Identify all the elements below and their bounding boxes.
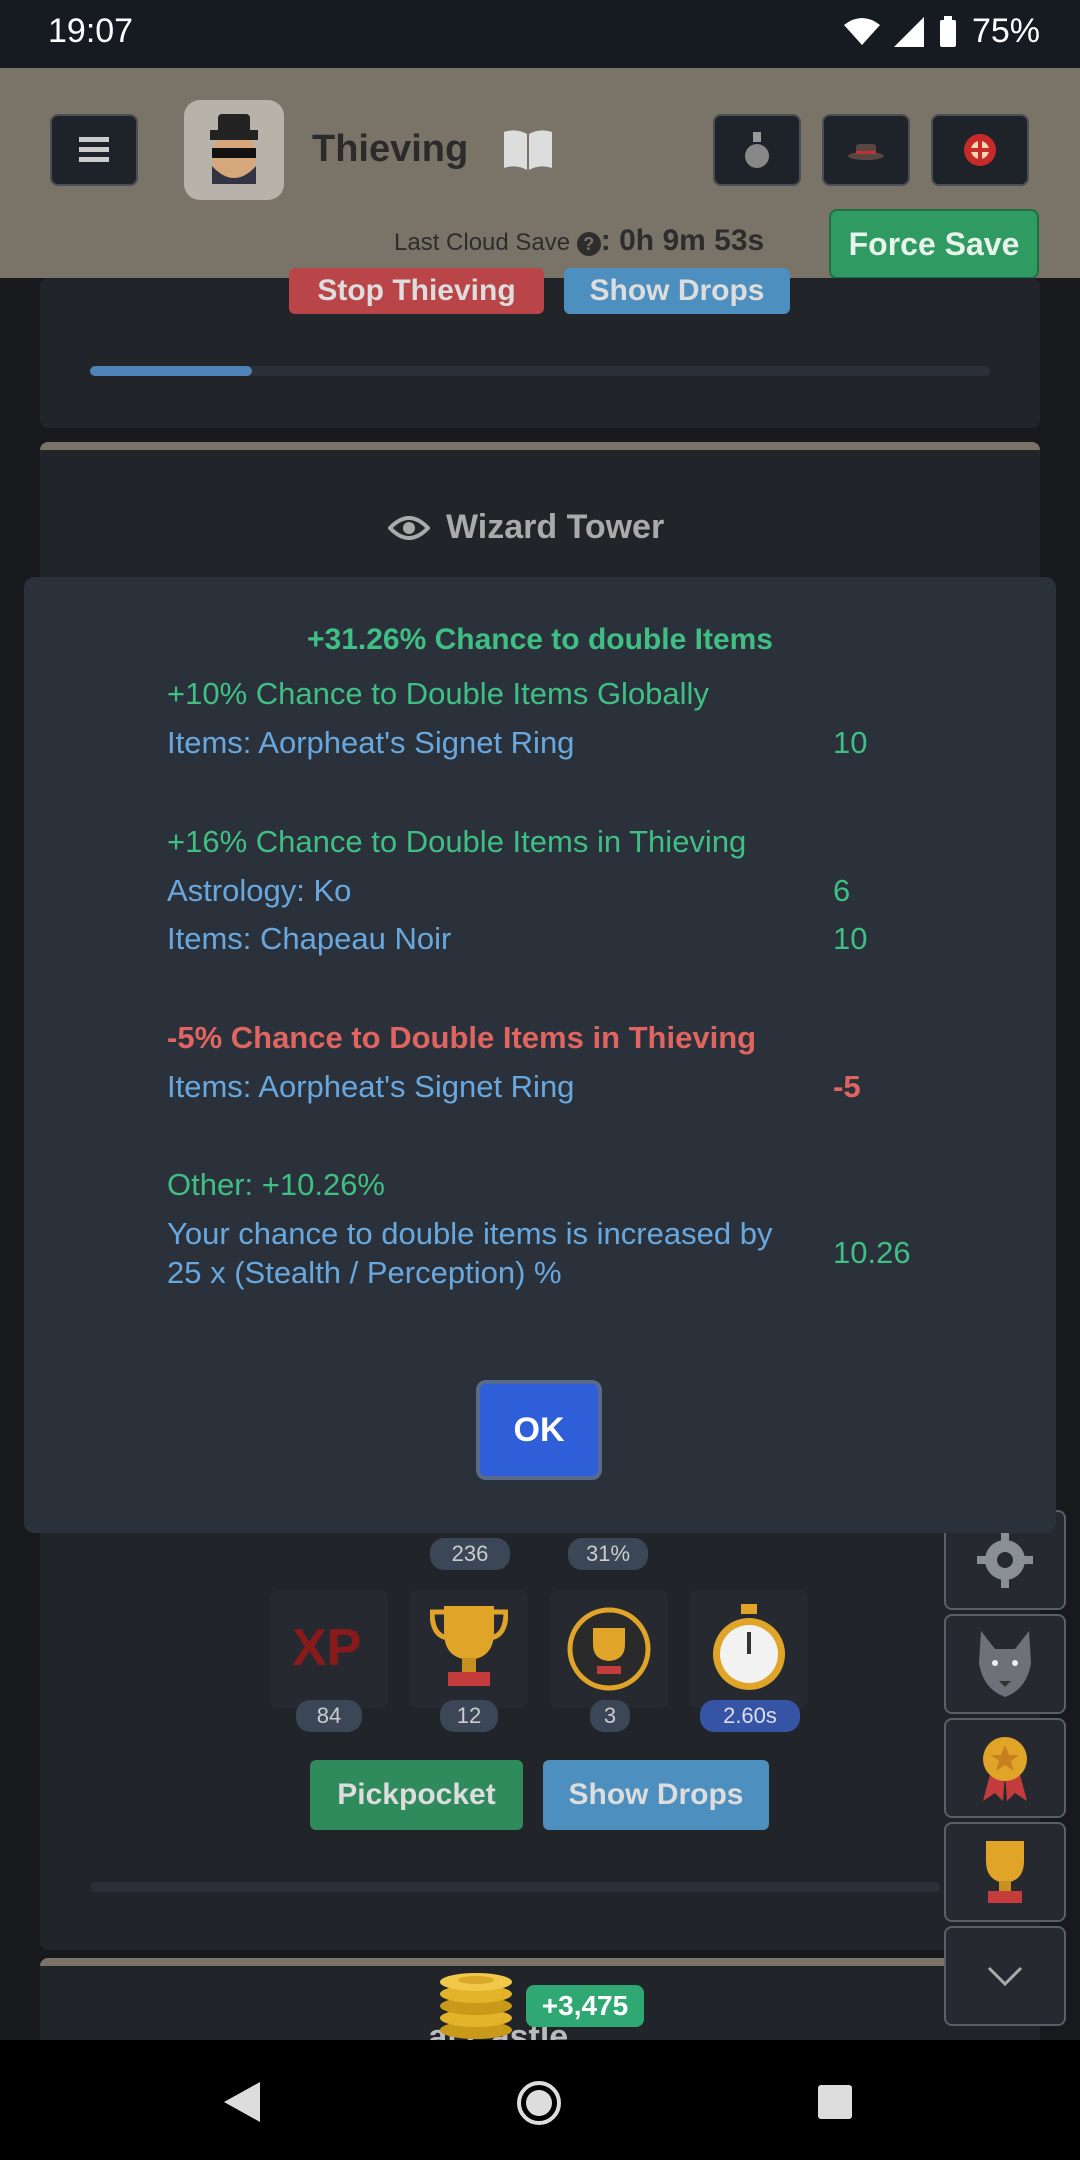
target-icon [964, 134, 996, 166]
area-header[interactable]: Wizard Tower [388, 508, 664, 547]
wifi-icon [843, 17, 880, 45]
interval-value: 2.60s [700, 1700, 800, 1732]
trophy-icon [986, 1841, 1024, 1903]
show-drops-button[interactable]: Show Drops [543, 1760, 769, 1830]
pickpocket-progress-bar [90, 1882, 940, 1892]
stop-thieving-button[interactable]: Stop Thieving [289, 268, 544, 314]
show-drops-button-top[interactable]: Show Drops [564, 268, 790, 314]
menu-button[interactable] [50, 114, 138, 186]
equipment-button[interactable] [822, 114, 910, 186]
thieving-progress-fill [90, 366, 252, 376]
hamburger-icon [79, 137, 109, 162]
pickpocket-button[interactable]: Pickpocket [310, 1760, 523, 1830]
global-bonus-title: +10% Chance to Double Items Globally [167, 676, 709, 711]
thieving-progress-bar [90, 366, 990, 376]
achievements-button[interactable] [944, 1822, 1066, 1922]
trophy-tile [410, 1590, 528, 1708]
thieving-skill-icon [184, 100, 284, 200]
modifier-value: 10 [833, 725, 868, 760]
system-nav-bar [0, 2040, 1080, 2160]
combat-button[interactable] [931, 114, 1029, 186]
status-time: 19:07 [48, 12, 134, 50]
npc-chance-pill: 31% [568, 1538, 648, 1570]
modifier-source: Items: Aorpheat's Signet Ring [167, 1069, 575, 1104]
modifier-value: 6 [833, 873, 851, 908]
modifier-value: 10 [833, 921, 868, 956]
help-icon[interactable]: ? [576, 232, 601, 256]
force-save-button[interactable]: Force Save [829, 209, 1039, 279]
chevron-down-icon [987, 1966, 1023, 1986]
modifier-value: -5 [833, 1069, 861, 1104]
xp-value: 84 [296, 1700, 362, 1732]
battery-percent: 75% [971, 12, 1040, 50]
other-bonus-title: Other: +10.26% [167, 1167, 385, 1202]
cloud-save-status: Last Cloud Save ?: 0h 9m 53s [394, 224, 764, 258]
status-bar: 19:07 75% [0, 0, 1080, 68]
page-title: Thieving [312, 128, 469, 170]
mastery-trophy-icon [567, 1607, 651, 1691]
thieving-bonus-title: +16% Chance to Double Items in Thieving [167, 824, 747, 859]
trophy-value: 12 [440, 1700, 498, 1732]
gold-coins-icon [440, 1973, 512, 2039]
recents-icon[interactable] [816, 2083, 854, 2121]
battery-icon [939, 15, 956, 47]
pet-button[interactable] [944, 1614, 1066, 1714]
xp-icon: XP [292, 1619, 362, 1677]
npc-level-pill: 236 [430, 1538, 510, 1570]
ok-button[interactable]: OK [476, 1380, 602, 1480]
wolf-icon [979, 1631, 1031, 1697]
xp-tile: XP [270, 1590, 388, 1708]
mastery-value: 3 [590, 1700, 630, 1732]
thief-icon [210, 114, 258, 184]
modifier-value: 10.26 [833, 1235, 911, 1270]
mastery-tile [550, 1590, 668, 1708]
modifier-source: Astrology: Ko [167, 873, 352, 908]
medal-icon [983, 1737, 1027, 1801]
home-icon[interactable] [516, 2080, 562, 2126]
potion-button[interactable] [713, 114, 801, 186]
book-icon[interactable] [502, 128, 554, 172]
modifier-source: Items: Aorpheat's Signet Ring [167, 725, 575, 760]
modifier-source: Items: Chapeau Noir [167, 921, 452, 956]
thieving-penalty-title: -5% Chance to Double Items in Thieving [167, 1020, 757, 1055]
signal-icon [893, 16, 924, 47]
stopwatch-icon [713, 1604, 785, 1690]
cloud-save-time: : 0h 9m 53s [600, 224, 765, 257]
potion-icon [745, 132, 769, 168]
cloud-save-label: Last Cloud Save [394, 229, 571, 256]
trophy-icon [430, 1606, 508, 1686]
modifier-source-line2: 25 x (Stealth / Perception) % [167, 1255, 562, 1290]
area-title: Wizard Tower [446, 508, 665, 546]
modal-heading: +31.26% Chance to double Items [307, 623, 773, 656]
mastery-button[interactable] [944, 1718, 1066, 1818]
back-icon[interactable] [222, 2080, 262, 2124]
hat-icon [848, 144, 884, 160]
eye-icon [388, 515, 430, 540]
gear-icon [977, 1532, 1033, 1588]
gold-gain-badge: +3,475 [526, 1985, 644, 2027]
collapse-button[interactable] [944, 1926, 1066, 2026]
modifier-source-line1: Your chance to double items is increased… [167, 1216, 773, 1251]
status-icons: 75% [843, 12, 1040, 51]
interval-tile [690, 1590, 808, 1708]
